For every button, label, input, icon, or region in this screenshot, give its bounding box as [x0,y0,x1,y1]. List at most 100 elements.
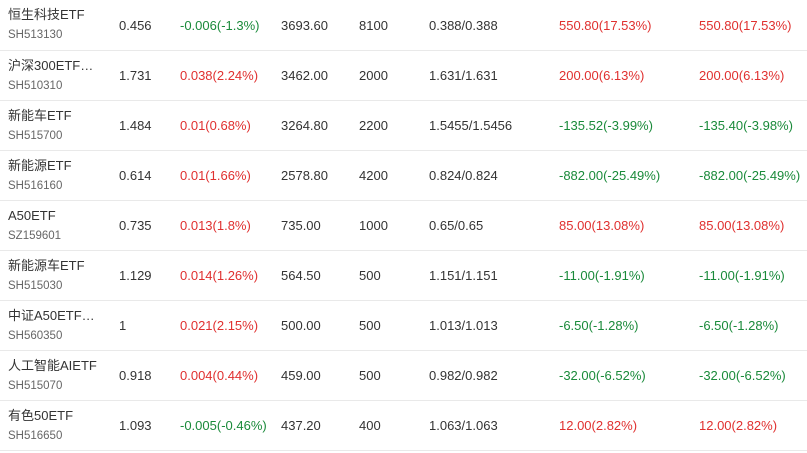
position-quantity: 8100 [359,17,388,33]
floating-pnl: 85.00(13.08%) [559,218,645,233]
security-code: SZ159601 [8,229,62,242]
position-quantity: 4200 [359,168,388,183]
security-name: 有色50ETF [8,407,74,423]
last-price: 1.129 [119,268,152,283]
cost-price: 1.5455/1.5456 [429,118,513,133]
holding-pnl: 200.00(6.13%) [699,68,785,83]
holding-pnl: -882.00(-25.49%) [699,168,801,183]
position-quantity: 400 [359,418,381,433]
table-row[interactable]: A50ETF SZ159601 0.735 0.013(1.8%) 735.00 1000… [0,201,807,251]
security-code: SH516160 [8,179,63,192]
table-row[interactable]: 沪深300ETF… SH510310 1.731 0.038(2.24%) 3462.0… [0,51,807,101]
floating-pnl: 200.00(6.13%) [559,68,645,83]
security-name: 新能源ETF [8,157,72,173]
last-price: 1.484 [119,118,152,133]
cost-price: 0.982/0.982 [429,368,498,383]
price-change: 0.013(1.8%) [180,218,251,233]
floating-pnl: -32.00(-6.52%) [559,368,646,383]
table-row[interactable]: 中证A50ETF… SH560350 1 0.021(2.15%) 500.00 500 1… [0,301,807,351]
security-cell: 恒生科技ETF SH513130 [8,0,85,50]
price-change: -0.005(-0.46%) [180,418,267,433]
last-price: 0.735 [119,218,152,233]
floating-pnl: -882.00(-25.49%) [559,168,661,183]
position-quantity: 500 [359,268,381,283]
security-name: 新能车ETF [8,107,72,123]
security-code: SH513130 [8,29,63,41]
position-quantity: 500 [359,318,381,333]
market-value: 735.00 [281,218,321,233]
cost-price: 0.388/0.388 [429,17,498,33]
holding-pnl: -32.00(-6.52%) [699,368,786,383]
cost-price: 1.151/1.151 [429,268,498,283]
security-name: 中证A50ETF… [8,307,95,323]
last-price: 0.918 [119,368,152,383]
security-code: SH560350 [8,329,63,342]
last-price: 1 [119,318,127,333]
security-name: 恒生科技ETF [8,7,85,22]
holding-pnl: -135.40(-3.98%) [699,118,793,133]
position-quantity: 500 [359,368,381,383]
cost-price: 0.65/0.65 [429,218,484,233]
position-quantity: 2200 [359,118,388,133]
floating-pnl: -6.50(-1.28%) [559,318,639,333]
cost-price: 1.063/1.063 [429,418,498,433]
market-value: 3264.80 [281,118,328,133]
security-cell: 沪深300ETF… SH510310 [8,51,93,100]
table-row[interactable]: 人工智能AIETF SH515070 0.918 0.004(0.44%) 459.00… [0,351,807,401]
security-code: SH515070 [8,379,63,392]
holding-pnl: 550.80(17.53%) [699,17,792,33]
security-code: SH516650 [8,429,63,442]
holding-pnl: -11.00(-1.91%) [699,268,785,283]
security-name: 新能源车ETF [8,257,85,273]
market-value: 3462.00 [281,68,328,83]
security-code: SH510310 [8,79,63,92]
position-quantity: 2000 [359,68,388,83]
last-price: 0.456 [119,17,152,33]
price-change: 0.038(2.24%) [180,68,259,83]
cost-price: 1.631/1.631 [429,68,498,83]
security-cell: 新能车ETF SH515700 [8,101,72,150]
security-code: SH515030 [8,279,63,292]
position-quantity: 1000 [359,218,388,233]
table-row[interactable]: 恒生科技ETF SH513130 0.456 -0.006(-1.3%) 3693.60… [0,0,807,51]
security-name: A50ETF [8,207,56,223]
table-row[interactable]: 新能车ETF SH515700 1.484 0.01(0.68%) 3264.80 220… [0,101,807,151]
holding-pnl: 12.00(2.82%) [699,418,778,433]
floating-pnl: 12.00(2.82%) [559,418,638,433]
market-value: 3693.60 [281,17,328,33]
last-price: 1.093 [119,418,152,433]
last-price: 1.731 [119,68,152,83]
price-change: 0.014(1.26%) [180,268,259,283]
holding-pnl: 85.00(13.08%) [699,218,785,233]
holdings-table: 恒生科技ETF SH513130 0.456 -0.006(-1.3%) 3693.60… [0,0,807,453]
price-change: -0.006(-1.3%) [180,17,260,33]
price-change: 0.01(0.68%) [180,118,251,133]
market-value: 459.00 [281,368,321,383]
market-value: 500.00 [281,318,321,333]
floating-pnl: -135.52(-3.99%) [559,118,653,133]
market-value: 437.20 [281,418,321,433]
security-cell: 新能源车ETF SH515030 [8,251,85,300]
cost-price: 1.013/1.013 [429,318,498,333]
security-cell: A50ETF SZ159601 [8,201,61,250]
holding-pnl: -6.50(-1.28%) [699,318,779,333]
security-name: 沪深300ETF… [8,57,94,73]
floating-pnl: -11.00(-1.91%) [559,268,645,283]
table-row[interactable]: 新能源车ETF SH515030 1.129 0.014(1.26%) 564.50 50… [0,251,807,301]
security-cell: 中证A50ETF… SH560350 [8,301,95,350]
security-code: SH515700 [8,129,63,142]
table-row[interactable]: 新能源ETF SH516160 0.614 0.01(1.66%) 2578.80 420… [0,151,807,201]
security-cell: 新能源ETF SH516160 [8,151,72,200]
last-price: 0.614 [119,168,152,183]
floating-pnl: 550.80(17.53%) [559,17,652,33]
table-row[interactable]: 有色50ETF SH516650 1.093 -0.005(-0.46%) 437.20… [0,401,807,451]
market-value: 564.50 [281,268,321,283]
cost-price: 0.824/0.824 [429,168,498,183]
price-change: 0.01(1.66%) [180,168,251,183]
price-change: 0.021(2.15%) [180,318,259,333]
security-cell: 有色50ETF SH516650 [8,401,73,450]
security-name: 人工智能AIETF [8,357,97,373]
security-cell: 人工智能AIETF SH515070 [8,351,97,400]
price-change: 0.004(0.44%) [180,368,259,383]
market-value: 2578.80 [281,168,328,183]
